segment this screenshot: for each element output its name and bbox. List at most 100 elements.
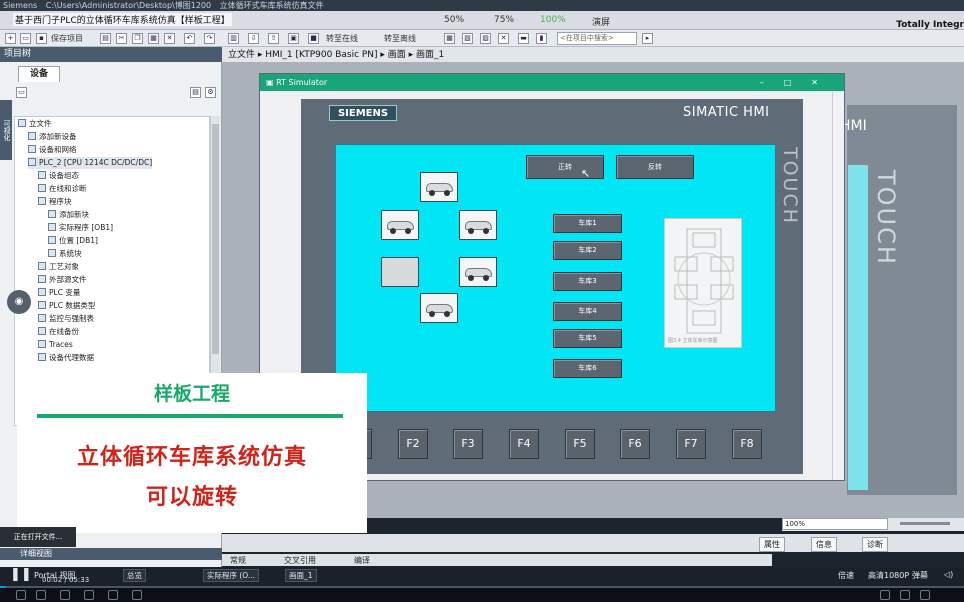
task-screen[interactable]: 画面_1 [285, 569, 317, 582]
cut-icon[interactable]: ✂ [116, 33, 127, 44]
zoom-slider[interactable] [900, 522, 950, 525]
go-online-button[interactable]: 转至在线 [326, 33, 358, 44]
reverse-button[interactable]: 反转 [616, 155, 694, 179]
network-icon[interactable] [880, 590, 890, 600]
danmaku-button[interactable]: 弹幕 [912, 570, 928, 581]
app-icon[interactable] [132, 590, 142, 600]
speed-button[interactable]: 倍速 [838, 570, 854, 581]
function-key-f8[interactable]: F8 [732, 429, 762, 459]
ime-icon[interactable] [920, 590, 930, 600]
accessible-devices-icon[interactable]: ▦ [444, 33, 455, 44]
garage-4-button[interactable]: 车库4 [553, 302, 622, 321]
download-icon[interactable]: ⇩ [248, 33, 259, 44]
tray-volume-icon[interactable] [900, 590, 910, 600]
close-editor-icon[interactable]: ✕ [498, 33, 509, 44]
explorer-icon[interactable] [84, 590, 94, 600]
function-key-f4[interactable]: F4 [509, 429, 539, 459]
tree-item[interactable]: 在线和诊断 [38, 183, 87, 195]
tree-settings-icon[interactable]: ⚙ [205, 87, 216, 98]
forward-button[interactable]: 正转 [526, 155, 604, 179]
tree-item[interactable]: 设备代理数据 [38, 352, 94, 364]
tree-item[interactable]: 程序块 [38, 196, 72, 208]
upload-icon[interactable]: ⇧ [268, 33, 279, 44]
tree-item[interactable]: 监控与强制表 [38, 313, 94, 325]
tab-general[interactable]: 常规 [230, 555, 246, 566]
new-project-icon[interactable]: + [5, 33, 16, 44]
tree-item[interactable]: 外部源文件 [38, 274, 87, 286]
delete-icon[interactable]: ✕ [164, 33, 175, 44]
maximize-icon[interactable]: □ [784, 78, 812, 87]
pause-icon[interactable]: ❚❚ [10, 567, 32, 582]
open-folder-icon[interactable]: ▭ [20, 33, 31, 44]
stop-icon[interactable]: ■ [308, 33, 319, 44]
split-horizontal-icon[interactable]: ▬ [518, 33, 529, 44]
minimize-icon[interactable]: – [760, 78, 784, 87]
save-icon[interactable]: ▪ [36, 33, 47, 44]
zoom-select[interactable]: 100% [782, 518, 888, 530]
tree-item[interactable]: 添加新设备 [28, 131, 77, 143]
paste-icon[interactable]: ▦ [148, 33, 159, 44]
tree-folder-icon[interactable]: ▭ [16, 87, 27, 98]
tree-item[interactable]: 实际程序 [OB1] [48, 222, 113, 234]
split-vertical-icon[interactable]: ▮ [536, 33, 547, 44]
task-overview[interactable]: 总览 [123, 569, 146, 582]
function-key-f3[interactable]: F3 [453, 429, 483, 459]
zoom-75[interactable]: 75% [494, 15, 514, 25]
function-key-f7[interactable]: F7 [676, 429, 706, 459]
copy-icon[interactable]: ❐ [132, 33, 143, 44]
tree-item[interactable]: 工艺对象 [38, 261, 79, 273]
volume-icon[interactable]: ◁) [944, 570, 953, 579]
tab-info[interactable]: 信息 [811, 537, 837, 552]
tree-scrollbar-thumb[interactable] [212, 124, 219, 354]
tab-diagnostics[interactable]: 诊断 [862, 537, 888, 552]
function-key-f6[interactable]: F6 [620, 429, 650, 459]
tree-item[interactable]: 系统块 [48, 248, 82, 260]
tree-item[interactable]: 设备组态 [38, 170, 79, 182]
tab-devices[interactable]: 设备 [18, 66, 60, 82]
zoom-50[interactable]: 50% [444, 15, 464, 25]
search-icon[interactable] [36, 590, 46, 600]
function-key-f2[interactable]: F2 [398, 429, 428, 459]
tree-item[interactable]: PLC 数据类型 [38, 300, 95, 312]
undo-icon[interactable]: ↶ [184, 33, 195, 44]
garage-3-button[interactable]: 车库3 [553, 272, 622, 291]
tree-item[interactable]: 位置 [DB1] [48, 235, 98, 247]
redo-icon[interactable]: ↷ [204, 33, 215, 44]
cross-ref-icon[interactable]: ▧ [462, 33, 473, 44]
search-go-icon[interactable]: ▸ [642, 33, 653, 44]
compile-icon[interactable]: ▥ [228, 33, 239, 44]
tree-item[interactable]: Traces [38, 339, 73, 351]
screenshot-camera-icon[interactable]: ◉ [7, 290, 31, 314]
garage-1-button[interactable]: 车库1 [553, 214, 622, 233]
start-icon[interactable] [16, 590, 26, 600]
tree-item[interactable]: 在线备份 [38, 326, 79, 338]
close-icon[interactable]: ✕ [811, 78, 838, 87]
simulate-icon[interactable]: ▣ [288, 33, 299, 44]
tab-compile[interactable]: 编译 [354, 555, 370, 566]
project-search-input[interactable]: <在项目中搜索> [557, 32, 637, 45]
projection-mode[interactable]: 演屏 [592, 15, 610, 28]
detail-view-header[interactable]: 详细视图 [0, 548, 222, 560]
zoom-100[interactable]: 100% [540, 15, 566, 25]
task-program[interactable]: 实际程序 (O... [203, 569, 260, 582]
quality-button[interactable]: 高清1080P [868, 570, 909, 581]
window-split-icon[interactable]: ▨ [480, 33, 491, 44]
tab-properties[interactable]: 属性 [759, 537, 785, 552]
garage-6-button[interactable]: 车库6 [553, 359, 622, 378]
function-key-f5[interactable]: F5 [565, 429, 595, 459]
visualization-side-tab[interactable]: 可视化 [0, 100, 12, 160]
tree-item[interactable]: PLC_2 [CPU 1214C DC/DC/DC] [28, 157, 153, 169]
taskview-icon[interactable] [60, 590, 70, 600]
tree-item[interactable]: 设备和网络 [28, 144, 77, 156]
tree-view-icon[interactable]: ▤ [190, 87, 201, 98]
go-offline-button[interactable]: 转至离线 [384, 33, 416, 44]
tree-item[interactable]: PLC 变量 [38, 287, 80, 299]
tree-item[interactable]: 添加新块 [48, 209, 89, 221]
tab-cross-reference[interactable]: 交叉引用 [284, 555, 316, 566]
simulator-scrollbar[interactable] [832, 92, 844, 480]
garage-2-button[interactable]: 车库2 [553, 241, 622, 260]
print-icon[interactable]: ▤ [100, 33, 111, 44]
tia-portal-icon[interactable] [108, 590, 118, 600]
save-project-button[interactable]: 保存项目 [51, 33, 83, 44]
garage-5-button[interactable]: 车库5 [553, 329, 622, 348]
